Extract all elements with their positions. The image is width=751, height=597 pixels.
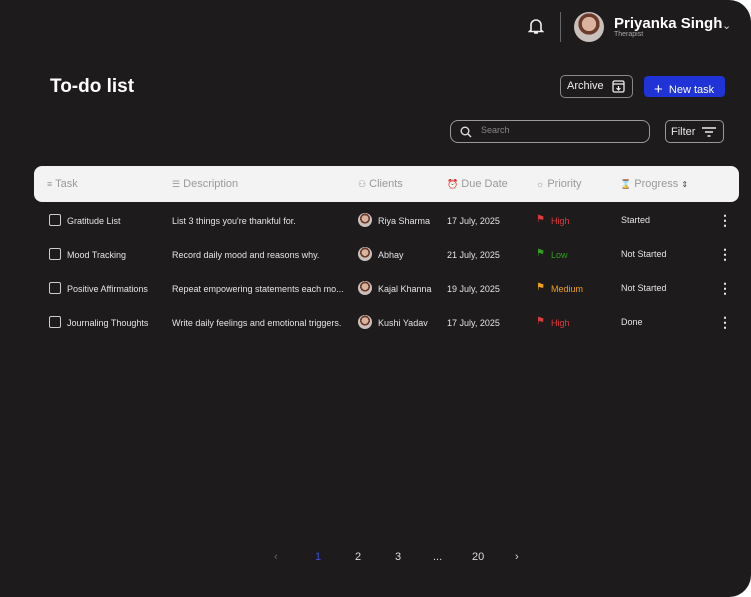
chevron-down-icon[interactable]: ⌄ [722,19,731,32]
bell-icon[interactable] [528,17,544,35]
flag-icon: ⚑ [536,248,545,259]
hourglass-icon: ⌛ [620,179,632,189]
page-20[interactable]: 20 [472,551,484,563]
more-options-icon[interactable]: ⋮ [718,280,732,297]
sun-icon: ☼ [536,179,545,189]
priority-label: Medium [551,284,584,294]
priority-label: High [551,216,570,226]
progress-status: Not Started [621,249,667,259]
header-task-label: Task [55,178,78,190]
more-options-icon[interactable]: ⋮ [718,212,732,229]
filter-icon [702,127,716,137]
flag-icon: ⚑ [536,282,545,293]
progress-status: Done [621,317,643,327]
client-avatar [358,281,372,295]
row-checkbox[interactable] [49,282,61,294]
users-icon: ⚇ [358,179,367,189]
task-description: List 3 things you're thankful for. [172,216,296,226]
search-box[interactable] [450,120,650,143]
due-date: 19 July, 2025 [447,284,500,294]
user-name: Priyanka Singh [614,15,723,32]
due-date: 21 July, 2025 [447,250,500,260]
header-due-label: Due Date [461,178,508,190]
archive-button[interactable]: Archive [560,75,633,98]
client-name: Riya Sharma [378,216,431,226]
page-ellipsis: ... [433,551,443,563]
page-3[interactable]: 3 [395,551,401,563]
task-name: Journaling Thoughts [67,318,149,328]
header-description-label: Description [183,178,239,190]
divider [560,12,561,42]
task-description: Write daily feelings and emotional trigg… [172,318,342,328]
filter-label: Filter [671,126,696,138]
search-input[interactable] [481,125,641,135]
user-role: Therapist [614,31,644,38]
page-1[interactable]: 1 [315,551,321,563]
new-task-button[interactable]: + New task [644,76,725,98]
header-progress-label: Progress [634,178,679,190]
priority-label: High [551,318,570,328]
archive-label: Archive [567,80,604,92]
next-page-icon[interactable]: › [515,551,519,563]
new-task-label: New task [668,84,715,96]
client-name: Abhay [378,250,404,260]
table-row: Positive Affirmations Repeat empowering … [34,272,739,306]
sort-icon[interactable]: ⇕ [681,180,688,189]
plus-icon: + [654,81,663,98]
search-icon [460,126,472,138]
flag-icon: ⚑ [536,214,545,225]
header-task[interactable]: ≡ Task [47,178,78,190]
row-checkbox[interactable] [49,248,61,260]
client-avatar [358,247,372,261]
page-title: To-do list [50,76,135,97]
table-row: Journaling Thoughts Write daily feelings… [34,306,739,340]
more-options-icon[interactable]: ⋮ [718,314,732,331]
progress-status: Not Started [621,283,667,293]
flag-icon: ⚑ [536,316,545,327]
header-progress[interactable]: ⌛ Progress ⇕ [620,178,688,190]
client-name: Kushi Yadav [378,318,428,328]
header-priority[interactable]: ☼ Priority [536,178,582,190]
more-options-icon[interactable]: ⋮ [718,246,732,263]
table-row: Gratitude List List 3 things you're than… [34,204,739,238]
list-icon: ≡ [47,179,53,189]
task-name: Positive Affirmations [67,284,148,294]
header-description[interactable]: ☰ Description [172,178,238,190]
row-checkbox[interactable] [49,214,61,226]
alarm-icon: ⏰ [447,179,459,189]
archive-icon [612,80,625,93]
task-name: Mood Tracking [67,250,127,260]
filter-button[interactable]: Filter [665,120,724,143]
header-clients[interactable]: ⚇ Clients [358,178,403,190]
header-clients-label: Clients [369,178,403,190]
table-header: ≡ Task ☰ Description ⚇ Clients ⏰ Due Dat… [34,166,739,202]
row-checkbox[interactable] [49,316,61,328]
header-priority-label: Priority [547,178,582,190]
progress-status: Started [621,215,651,225]
priority-label: Low [551,250,568,260]
app: Priyanka Singh Therapist ⌄ To-do list Ar… [0,0,751,597]
task-description: Record daily mood and reasons why. [172,250,320,260]
prev-page-icon[interactable]: ‹ [274,551,278,563]
header-due-date[interactable]: ⏰ Due Date [447,178,508,190]
client-avatar [358,315,372,329]
due-date: 17 July, 2025 [447,216,500,226]
task-description: Repeat empowering statements each mo... [172,284,344,294]
text-icon: ☰ [172,179,181,189]
table-row: Mood Tracking Record daily mood and reas… [34,238,739,272]
page-2[interactable]: 2 [355,551,361,563]
task-name: Gratitude List [67,216,121,226]
user-avatar[interactable] [574,12,604,42]
client-name: Kajal Khanna [378,284,432,294]
due-date: 17 July, 2025 [447,318,500,328]
client-avatar [358,213,372,227]
